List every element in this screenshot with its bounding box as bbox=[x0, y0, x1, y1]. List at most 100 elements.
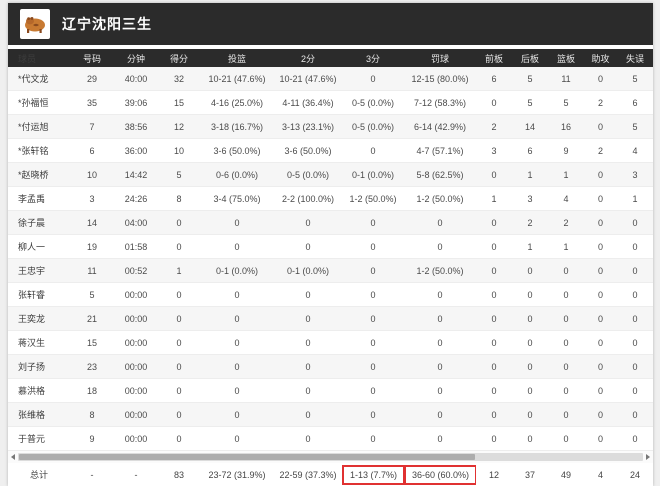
stat-cell: 00:00 bbox=[114, 434, 158, 444]
stat-cell: 0 bbox=[476, 290, 512, 300]
stat-cell: 0 bbox=[342, 146, 404, 156]
stat-cell: 8 bbox=[158, 194, 200, 204]
column-header: 2分 bbox=[274, 52, 342, 65]
stat-cell: 0 bbox=[476, 314, 512, 324]
stat-cell: 15 bbox=[158, 98, 200, 108]
stat-cell: 4 bbox=[617, 146, 653, 156]
player-name: 徐子晨 bbox=[8, 216, 70, 229]
stat-cell: 3 bbox=[70, 194, 114, 204]
stat-cell: 2 bbox=[584, 98, 617, 108]
stat-cell: 0 bbox=[476, 410, 512, 420]
stat-cell: 3 bbox=[512, 194, 548, 204]
stat-cell: 4-16 (25.0%) bbox=[200, 98, 274, 108]
scrollbar-track[interactable] bbox=[18, 453, 643, 461]
player-row: 蒋汉生1500:000000000000 bbox=[8, 331, 653, 355]
player-name: *孙福恒 bbox=[8, 96, 70, 109]
stat-cell: 0 bbox=[584, 338, 617, 348]
stat-cell: 9 bbox=[70, 434, 114, 444]
stat-cell: 3-13 (23.1%) bbox=[274, 122, 342, 132]
stat-cell: 3-4 (75.0%) bbox=[200, 194, 274, 204]
stat-cell: 6-14 (42.9%) bbox=[404, 122, 476, 132]
stat-cell: 01:58 bbox=[114, 242, 158, 252]
player-row: *张轩铭636:00103-6 (50.0%)3-6 (50.0%)04-7 (… bbox=[8, 139, 653, 163]
horizontal-scrollbar[interactable] bbox=[8, 451, 653, 463]
stat-cell: 0 bbox=[158, 386, 200, 396]
stat-cell: 0 bbox=[200, 242, 274, 252]
stat-cell: 5 bbox=[512, 98, 548, 108]
column-header: 失误 bbox=[617, 52, 653, 65]
stat-cell: 10 bbox=[70, 170, 114, 180]
stat-cell: 0 bbox=[274, 362, 342, 372]
player-row: 于普元900:000000000000 bbox=[8, 427, 653, 451]
player-name: 张维格 bbox=[8, 408, 70, 421]
column-header: 篮板 bbox=[548, 52, 584, 65]
stat-cell: 7-12 (58.3%) bbox=[404, 98, 476, 108]
stat-cell: 0 bbox=[200, 338, 274, 348]
total-stat-cell: 24 bbox=[617, 470, 653, 480]
stat-cell: 0 bbox=[342, 218, 404, 228]
stat-cell: 3-18 (16.7%) bbox=[200, 122, 274, 132]
stat-cell: 0 bbox=[342, 242, 404, 252]
column-header: 球员 bbox=[8, 52, 70, 65]
player-name: *付运旭 bbox=[8, 120, 70, 133]
stat-cell: 0 bbox=[200, 434, 274, 444]
stat-cell: 0 bbox=[548, 434, 584, 444]
player-row: 王忠宇1100:5210-1 (0.0%)0-1 (0.0%)01-2 (50.… bbox=[8, 259, 653, 283]
stat-cell: 0 bbox=[342, 410, 404, 420]
stat-cell: 0 bbox=[584, 362, 617, 372]
stat-cell: 0 bbox=[274, 338, 342, 348]
column-header: 3分 bbox=[342, 52, 404, 65]
stat-cell: 0 bbox=[476, 218, 512, 228]
stat-cell: 0 bbox=[342, 290, 404, 300]
stat-cell: 1-2 (50.0%) bbox=[342, 194, 404, 204]
stat-cell: 0-5 (0.0%) bbox=[274, 170, 342, 180]
stat-cell: 0 bbox=[512, 410, 548, 420]
scrollbar-thumb[interactable] bbox=[19, 454, 475, 460]
stat-cell: 0 bbox=[274, 242, 342, 252]
stat-cell: 0 bbox=[200, 218, 274, 228]
stat-cell: 0 bbox=[584, 266, 617, 276]
stat-cell: 0 bbox=[476, 434, 512, 444]
stat-cell: 0 bbox=[512, 362, 548, 372]
stat-cell: 0 bbox=[158, 314, 200, 324]
total-stat-cell: 12 bbox=[476, 470, 512, 480]
player-name: 王忠宇 bbox=[8, 264, 70, 277]
scrollbar-right-arrow-icon[interactable] bbox=[646, 454, 650, 460]
stat-cell: 0 bbox=[584, 410, 617, 420]
stat-cell: 0 bbox=[617, 314, 653, 324]
highlighted-stat: 1-13 (7.7%) bbox=[342, 465, 404, 485]
player-row: 王奕龙2100:000000000000 bbox=[8, 307, 653, 331]
column-header: 前板 bbox=[476, 52, 512, 65]
stat-cell: 29 bbox=[70, 74, 114, 84]
stat-cell: 4-11 (36.4%) bbox=[274, 98, 342, 108]
stat-cell: 5 bbox=[617, 74, 653, 84]
stat-cell: 04:00 bbox=[114, 218, 158, 228]
stat-cell: 0 bbox=[342, 266, 404, 276]
stat-cell: 0 bbox=[617, 338, 653, 348]
stat-cell: 14:42 bbox=[114, 170, 158, 180]
stat-cell: 12 bbox=[158, 122, 200, 132]
table-body: *代文龙2940:003210-21 (47.6%)10-21 (47.6%)0… bbox=[8, 67, 653, 451]
stat-cell: 0 bbox=[476, 98, 512, 108]
stat-cell: 0 bbox=[584, 290, 617, 300]
stat-cell: 5-8 (62.5%) bbox=[404, 170, 476, 180]
stat-cell: 0 bbox=[476, 338, 512, 348]
stat-cell: 39:06 bbox=[114, 98, 158, 108]
stat-cell: 3 bbox=[476, 146, 512, 156]
stat-cell: 12-15 (80.0%) bbox=[404, 74, 476, 84]
stat-cell: 0 bbox=[584, 194, 617, 204]
stat-cell: 0 bbox=[158, 242, 200, 252]
player-name: *赵晓桥 bbox=[8, 168, 70, 181]
stat-cell: 0 bbox=[512, 314, 548, 324]
stat-cell: 14 bbox=[70, 218, 114, 228]
stat-cell: 0-1 (0.0%) bbox=[200, 266, 274, 276]
stat-cell: 4-7 (57.1%) bbox=[404, 146, 476, 156]
stat-cell: 1 bbox=[617, 194, 653, 204]
stat-cell: 0 bbox=[274, 410, 342, 420]
player-row: *付运旭738:56123-18 (16.7%)3-13 (23.1%)0-5 … bbox=[8, 115, 653, 139]
column-header: 投篮 bbox=[200, 52, 274, 65]
scrollbar-left-arrow-icon[interactable] bbox=[11, 454, 15, 460]
player-name: 于普元 bbox=[8, 432, 70, 445]
stat-cell: 0 bbox=[584, 314, 617, 324]
stat-cell: 0 bbox=[617, 218, 653, 228]
